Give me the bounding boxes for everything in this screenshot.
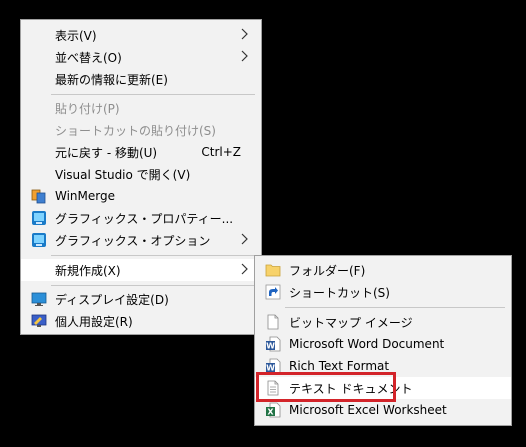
submenu-item-shortcut[interactable]: ショートカット(S) [255,281,511,303]
menu-item-label: フォルダー(F) [289,263,366,278]
menu-item-graphics-properties[interactable]: グラフィックス・プロパティー... [21,207,261,229]
menu-item-label: 貼り付け(P) [55,101,120,116]
personalize-icon [31,314,47,327]
menu-item-label: WinMerge [55,189,115,203]
intel-graphics-icon [32,233,46,247]
menu-item-shortcut: Ctrl+Z [201,145,241,159]
menu-item-label: 新規作成(X) [55,263,121,278]
menu-item-paste-shortcut: ショートカットの貼り付け(S) [21,119,261,141]
menu-item-sort[interactable]: 並べ替え(O) [21,46,261,68]
submenu-item-folder[interactable]: フォルダー(F) [255,259,511,281]
excel-worksheet-icon: X [266,402,281,418]
intel-graphics-icon [32,211,46,225]
menu-item-label: Rich Text Format [289,359,390,373]
menu-item-label: 表示(V) [55,28,97,43]
document-icon [267,314,279,330]
chevron-right-icon [241,263,248,275]
menu-item-label: 最新の情報に更新(E) [55,72,168,87]
menu-item-open-visual-studio[interactable]: Visual Studio で開く(V) [21,163,261,185]
menu-item-personalize[interactable]: 個人用設定(R) [21,310,261,332]
submenu-item-excel-worksheet[interactable]: X Microsoft Excel Worksheet [255,399,511,421]
menu-item-refresh[interactable]: 最新の情報に更新(E) [21,68,261,90]
menu-separator [51,94,255,95]
winmerge-icon [31,189,46,204]
menu-item-label: Visual Studio で開く(V) [55,167,191,182]
menu-item-label: グラフィックス・オプション [55,233,211,248]
menu-item-paste: 貼り付け(P) [21,97,261,119]
menu-item-label: ディスプレイ設定(D) [55,292,169,307]
svg-text:X: X [267,408,274,417]
chevron-right-icon [241,50,248,62]
menu-item-new[interactable]: 新規作成(X) [21,259,261,281]
shortcut-arrow-icon [265,284,281,300]
menu-item-label: ショートカット(S) [289,285,390,300]
display-settings-icon [31,292,47,306]
menu-separator [285,307,505,308]
menu-item-label: 並べ替え(O) [55,50,122,65]
menu-separator [51,285,255,286]
desktop-context-menu: 表示(V) 並べ替え(O) 最新の情報に更新(E) 貼り付け(P) ショートカッ… [20,19,262,335]
svg-text:W: W [266,342,275,351]
submenu-item-word-document[interactable]: W Microsoft Word Document [255,333,511,355]
menu-item-label: グラフィックス・プロパティー... [55,211,234,226]
chevron-right-icon [241,233,248,245]
menu-item-winmerge[interactable]: WinMerge [21,185,261,207]
menu-item-label: Microsoft Excel Worksheet [289,403,447,417]
menu-separator [51,255,255,256]
menu-item-display-settings[interactable]: ディスプレイ設定(D) [21,288,261,310]
folder-icon [265,264,281,277]
word-document-icon: W [266,336,281,352]
menu-item-label: ショートカットの貼り付け(S) [55,123,216,138]
submenu-item-bitmap[interactable]: ビットマップ イメージ [255,311,511,333]
annotation-highlight-box [256,372,396,402]
menu-item-graphics-options[interactable]: グラフィックス・オプション [21,229,261,251]
menu-item-label: Microsoft Word Document [289,337,445,351]
menu-item-view[interactable]: 表示(V) [21,24,261,46]
menu-item-label: 元に戻す - 移動(U) [55,145,158,160]
chevron-right-icon [241,28,248,40]
menu-item-undo-move[interactable]: 元に戻す - 移動(U) Ctrl+Z [21,141,261,163]
menu-item-label: ビットマップ イメージ [289,315,413,330]
menu-item-label: 個人用設定(R) [55,314,133,329]
